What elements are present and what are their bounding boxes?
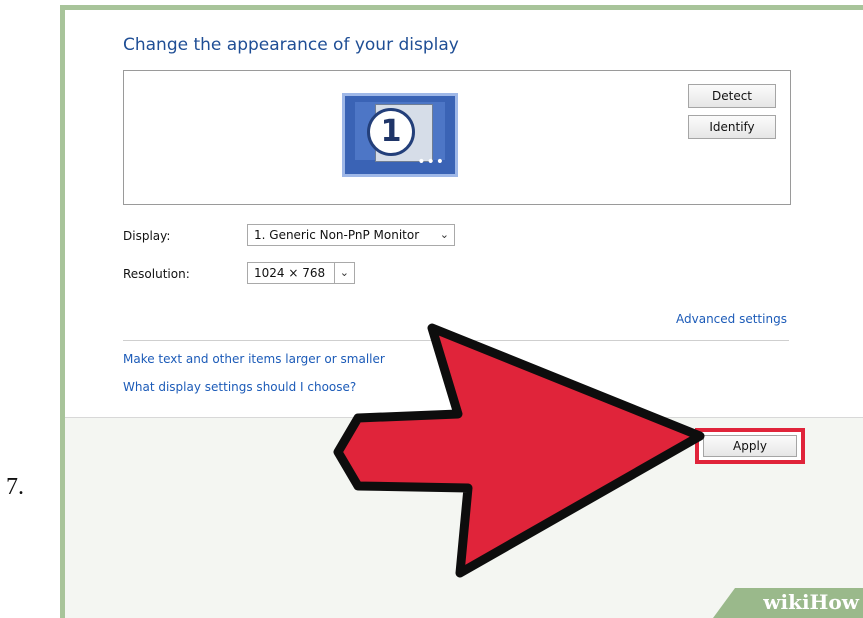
red-arrow-pointer (333, 323, 705, 578)
arrow-shape (333, 323, 705, 578)
